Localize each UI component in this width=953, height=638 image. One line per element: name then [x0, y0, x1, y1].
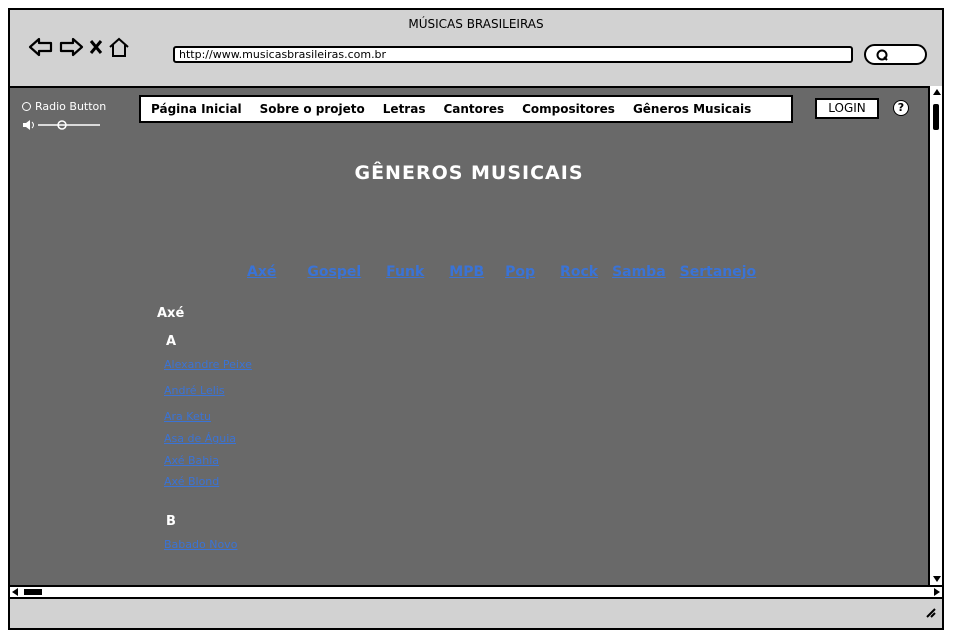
artist-link[interactable]: Babado Novo — [164, 538, 237, 551]
genre-link-gospel[interactable]: Gospel — [307, 264, 361, 280]
section-title: Axé — [157, 306, 185, 321]
genre-link-rock[interactable]: Rock — [560, 264, 598, 280]
menu-item-singers[interactable]: Cantores — [443, 102, 504, 116]
forward-arrow-icon[interactable] — [58, 36, 84, 58]
menu-item-about[interactable]: Sobre o projeto — [260, 102, 365, 116]
search-box[interactable] — [864, 44, 927, 65]
artist-link[interactable]: Axé Blond — [164, 475, 219, 488]
radio-button[interactable]: Radio Button — [22, 100, 106, 113]
menu-item-home[interactable]: Página Inicial — [151, 102, 242, 116]
main-menu: Página Inicial Sobre o projeto Letras Ca… — [139, 95, 793, 123]
menu-item-lyrics[interactable]: Letras — [383, 102, 426, 116]
artist-link[interactable]: Alexandre Peixe — [164, 358, 252, 371]
scroll-right-icon[interactable] — [934, 588, 940, 596]
genre-links: Axé Gospel Funk MPB Pop Rock Samba Serta… — [247, 264, 756, 280]
login-button[interactable]: LOGIN — [815, 98, 879, 119]
status-bar — [10, 599, 942, 628]
page-viewport: GÊNEROS MUSICAIS Axé Gospel Funk MPB Pop… — [10, 86, 928, 585]
genre-link-mpb[interactable]: MPB — [449, 264, 484, 280]
scroll-thumb[interactable] — [24, 589, 42, 595]
artist-link[interactable]: André Lelis — [164, 384, 225, 397]
artist-link[interactable]: Ara Ketu — [164, 410, 211, 423]
menu-item-composers[interactable]: Compositores — [522, 102, 615, 116]
radio-label: Radio Button — [35, 100, 107, 113]
window-title: MÚSICAS BRASILEIRAS — [408, 17, 544, 31]
close-icon[interactable] — [88, 36, 104, 58]
home-icon[interactable] — [108, 36, 130, 58]
genre-link-axe[interactable]: Axé — [247, 264, 276, 280]
scroll-down-icon[interactable] — [933, 576, 941, 582]
help-icon[interactable]: ? — [893, 100, 909, 116]
letter-heading: A — [166, 334, 177, 349]
genre-link-sertanejo[interactable]: Sertanejo — [680, 264, 757, 280]
scroll-up-icon[interactable] — [933, 89, 941, 95]
horizontal-scrollbar[interactable] — [10, 585, 942, 599]
artist-link[interactable]: Axé Bahia — [164, 454, 219, 467]
page-title: GÊNEROS MUSICAIS — [354, 162, 584, 184]
radio-circle-icon — [22, 102, 31, 111]
scroll-left-icon[interactable] — [12, 588, 18, 596]
menu-item-genres[interactable]: Gêneros Musicais — [633, 102, 751, 116]
browser-window: MÚSICAS BRASILEIRAS http://www.musicasbr… — [8, 8, 944, 630]
genre-link-funk[interactable]: Funk — [386, 264, 424, 280]
speaker-icon — [23, 120, 100, 130]
volume-slider[interactable] — [22, 116, 102, 135]
navigation-controls — [28, 36, 130, 58]
genre-link-samba[interactable]: Samba — [612, 264, 666, 280]
vertical-scrollbar[interactable] — [928, 86, 942, 585]
back-arrow-icon[interactable] — [28, 36, 54, 58]
scroll-thumb[interactable] — [933, 104, 939, 130]
resize-handle-icon[interactable] — [924, 603, 936, 622]
address-bar[interactable]: http://www.musicasbrasileiras.com.br — [173, 46, 853, 63]
artist-link[interactable]: Asa de Águia — [164, 432, 236, 445]
letter-heading: B — [166, 514, 176, 529]
genre-link-pop[interactable]: Pop — [505, 264, 535, 280]
